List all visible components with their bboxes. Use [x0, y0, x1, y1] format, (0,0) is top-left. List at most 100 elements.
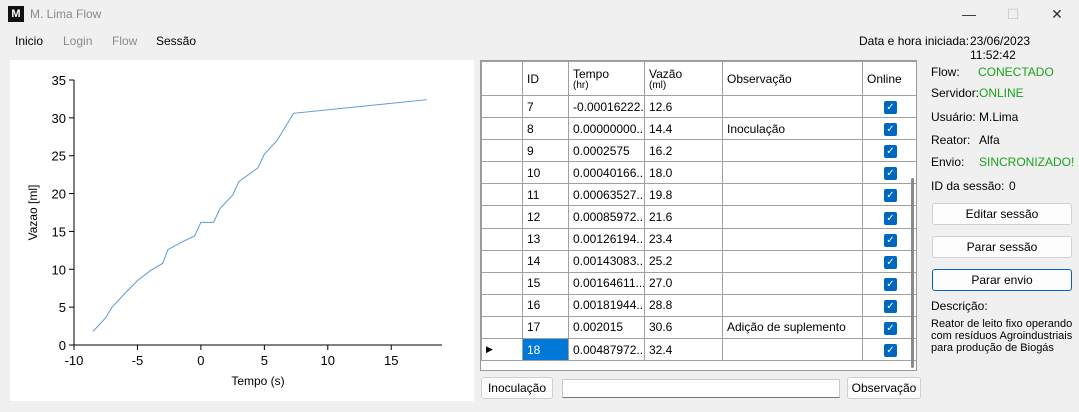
- online-checkbox[interactable]: ✓: [884, 321, 897, 335]
- cell-vazao[interactable]: 30.6: [644, 315, 723, 340]
- cell-observacao[interactable]: [722, 271, 863, 295]
- online-checkbox[interactable]: ✓: [884, 145, 897, 159]
- cell-observacao[interactable]: [722, 205, 863, 229]
- cell-observacao[interactable]: [722, 183, 863, 207]
- table-row[interactable]: 10 0.00040166... 18.0 ✓: [481, 161, 916, 185]
- table-row[interactable]: 7 -0.00016222... 12.6 ✓: [481, 94, 916, 119]
- cell-vazao[interactable]: 27.0: [644, 271, 723, 295]
- table-row[interactable]: 12 0.00085972... 21.6 ✓: [481, 205, 916, 229]
- cell-tempo[interactable]: 0.00487972...: [568, 338, 645, 362]
- cell-id[interactable]: 7: [522, 94, 569, 119]
- row-header[interactable]: [481, 205, 523, 229]
- online-checkbox[interactable]: ✓: [884, 123, 897, 137]
- cell-tempo[interactable]: 0.00143083...: [568, 249, 645, 273]
- cell-observacao[interactable]: Adição de suplemento: [722, 315, 863, 340]
- online-checkbox[interactable]: ✓: [884, 255, 897, 269]
- observacao-input[interactable]: [562, 379, 840, 398]
- cell-id[interactable]: 12: [522, 205, 569, 229]
- cell-observacao[interactable]: [722, 293, 863, 317]
- cell-id[interactable]: 18: [522, 338, 569, 362]
- col-header-observacao[interactable]: Observação: [722, 61, 863, 96]
- menu-login[interactable]: Login: [63, 34, 92, 48]
- cell-vazao[interactable]: 14.4: [644, 117, 723, 141]
- cell-id[interactable]: 13: [522, 227, 569, 251]
- cell-tempo[interactable]: 0.00126194...: [568, 227, 645, 251]
- row-header[interactable]: [481, 227, 523, 251]
- cell-id[interactable]: 9: [522, 139, 569, 163]
- grid-scrollbar[interactable]: [908, 60, 916, 371]
- cell-vazao[interactable]: 19.8: [644, 183, 723, 207]
- table-row[interactable]: 11 0.00063527... 19.8 ✓: [481, 183, 916, 207]
- row-header[interactable]: [481, 139, 523, 163]
- cell-tempo[interactable]: 0.00040166...: [568, 161, 645, 185]
- row-header[interactable]: [481, 94, 523, 119]
- cell-id[interactable]: 11: [522, 183, 569, 207]
- table-row[interactable]: 14 0.00143083... 25.2 ✓: [481, 249, 916, 273]
- cell-vazao[interactable]: 32.4: [644, 338, 723, 362]
- cell-vazao[interactable]: 16.2: [644, 139, 723, 163]
- cell-tempo[interactable]: 0.002015: [568, 315, 645, 340]
- online-checkbox[interactable]: ✓: [884, 233, 897, 247]
- cell-id[interactable]: 14: [522, 249, 569, 273]
- parar-envio-button[interactable]: Parar envio: [932, 269, 1072, 291]
- menu-flow[interactable]: Flow: [112, 34, 137, 48]
- cell-tempo[interactable]: 0.00063527...: [568, 183, 645, 207]
- row-header[interactable]: ▶: [481, 338, 523, 362]
- cell-id[interactable]: 15: [522, 271, 569, 295]
- cell-observacao[interactable]: Inoculação: [722, 117, 863, 141]
- maximize-button[interactable]: ☐: [998, 4, 1028, 24]
- inoculacao-button[interactable]: Inoculação: [481, 377, 553, 399]
- row-header[interactable]: [481, 315, 523, 340]
- table-row[interactable]: 9 0.0002575 16.2 ✓: [481, 139, 916, 163]
- col-header-id[interactable]: ID: [522, 61, 569, 96]
- observacao-button[interactable]: Observação: [847, 377, 921, 399]
- cell-tempo[interactable]: 0.00085972...: [568, 205, 645, 229]
- row-header[interactable]: [481, 271, 523, 295]
- cell-tempo[interactable]: 0.00181944...: [568, 293, 645, 317]
- cell-observacao[interactable]: [722, 139, 863, 163]
- online-checkbox[interactable]: ✓: [884, 167, 897, 181]
- cell-observacao[interactable]: [722, 249, 863, 273]
- col-header-vazao[interactable]: Vazão (ml): [644, 61, 723, 96]
- cell-id[interactable]: 17: [522, 315, 569, 340]
- row-header[interactable]: [481, 161, 523, 185]
- close-button[interactable]: ✕: [1042, 4, 1072, 24]
- table-row[interactable]: 8 0.00000000... 14.4 Inoculação ✓: [481, 117, 916, 141]
- cell-id[interactable]: 10: [522, 161, 569, 185]
- cell-tempo[interactable]: 0.0002575: [568, 139, 645, 163]
- row-header[interactable]: [481, 293, 523, 317]
- cell-vazao[interactable]: 28.8: [644, 293, 723, 317]
- cell-tempo[interactable]: -0.00016222...: [568, 94, 645, 119]
- minimize-button[interactable]: —: [954, 4, 984, 24]
- editar-sessao-button[interactable]: Editar sessão: [932, 203, 1072, 225]
- table-row[interactable]: ▶ 18 0.00487972... 32.4 ✓: [481, 338, 916, 362]
- online-checkbox[interactable]: ✓: [884, 299, 897, 313]
- cell-observacao[interactable]: [722, 94, 863, 119]
- online-checkbox[interactable]: ✓: [884, 189, 897, 203]
- cell-tempo[interactable]: 0.00000000...: [568, 117, 645, 141]
- table-row[interactable]: 13 0.00126194... 23.4 ✓: [481, 227, 916, 251]
- cell-vazao[interactable]: 12.6: [644, 94, 723, 119]
- table-row[interactable]: 16 0.00181944... 28.8 ✓: [481, 293, 916, 317]
- cell-vazao[interactable]: 18.0: [644, 161, 723, 185]
- online-checkbox[interactable]: ✓: [884, 277, 897, 291]
- online-checkbox[interactable]: ✓: [884, 101, 897, 115]
- col-header-tempo[interactable]: Tempo (hr): [568, 61, 645, 96]
- online-checkbox[interactable]: ✓: [884, 211, 897, 225]
- cell-id[interactable]: 16: [522, 293, 569, 317]
- cell-vazao[interactable]: 21.6: [644, 205, 723, 229]
- online-checkbox[interactable]: ✓: [884, 344, 897, 358]
- cell-tempo[interactable]: 0.00164611...: [568, 271, 645, 295]
- table-row[interactable]: 15 0.00164611... 27.0 ✓: [481, 271, 916, 295]
- menu-sessao[interactable]: Sessão: [156, 34, 196, 48]
- menu-inicio[interactable]: Inicio: [15, 34, 43, 48]
- cell-observacao[interactable]: [722, 227, 863, 251]
- table-row[interactable]: 17 0.002015 30.6 Adição de suplemento ✓: [481, 315, 916, 340]
- cell-vazao[interactable]: 23.4: [644, 227, 723, 251]
- row-header[interactable]: [481, 249, 523, 273]
- row-header[interactable]: [481, 183, 523, 207]
- grid-scroll-thumb[interactable]: [911, 178, 914, 368]
- cell-vazao[interactable]: 25.2: [644, 249, 723, 273]
- cell-id[interactable]: 8: [522, 117, 569, 141]
- row-header[interactable]: [481, 117, 523, 141]
